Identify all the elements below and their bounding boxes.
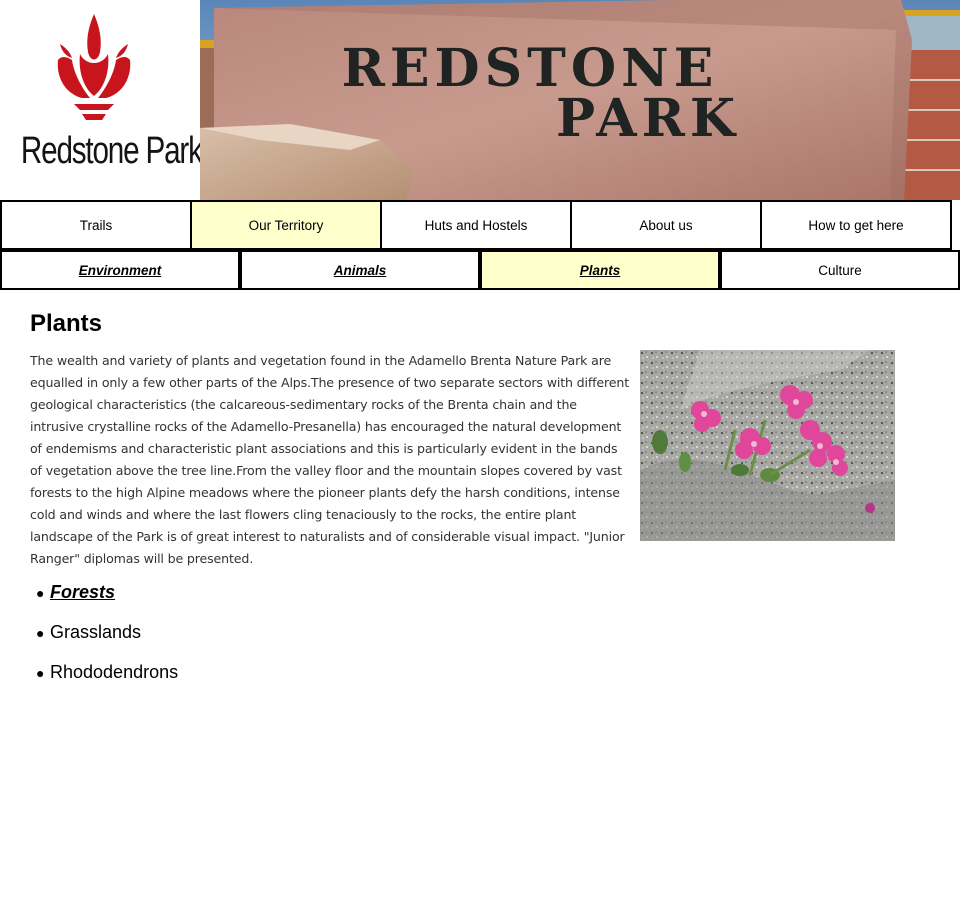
- nav-huts-and-hostels[interactable]: Huts and Hostels: [380, 200, 572, 250]
- logo-text: Redstone Park: [20, 130, 203, 172]
- header-banner-image: REDSTONE PARK: [200, 0, 960, 200]
- subnav-culture[interactable]: Culture: [720, 250, 960, 290]
- subnav-animals[interactable]: Animals: [240, 250, 480, 290]
- nav-trails[interactable]: Trails: [0, 200, 192, 250]
- bullet-icon: ●: [36, 625, 45, 641]
- alpine-flower-photo: [640, 350, 895, 541]
- nav-about-us[interactable]: About us: [570, 200, 762, 250]
- intro-paragraph: The wealth and variety of plants and veg…: [30, 353, 629, 566]
- subnav-plants[interactable]: Plants: [480, 250, 720, 290]
- primary-nav: Trails Our Territory Huts and Hostels Ab…: [0, 200, 960, 250]
- nav-how-to-get-here[interactable]: How to get here: [760, 200, 952, 250]
- site-logo[interactable]: Redstone Park: [0, 0, 203, 200]
- bullet-icon: ●: [36, 585, 45, 601]
- topic-grasslands: Grasslands: [50, 622, 142, 642]
- svg-text:PARK: PARK: [556, 88, 740, 149]
- list-item: ● Grasslands: [30, 615, 178, 655]
- subnav-environment[interactable]: Environment: [0, 250, 240, 290]
- site-header: Redstone Park REDSTONE PARK: [0, 0, 960, 200]
- tulip-logo-icon: [57, 14, 131, 120]
- page-title: Plants: [30, 310, 103, 337]
- bullet-icon: ●: [36, 665, 45, 681]
- topic-rhododendrons: Rhododendrons: [50, 662, 179, 682]
- list-item[interactable]: ● Forests: [30, 575, 178, 615]
- topic-link-forests[interactable]: Forests: [50, 582, 115, 602]
- nav-our-territory[interactable]: Our Territory: [190, 200, 382, 250]
- list-item: ● Rhododendrons: [30, 655, 178, 695]
- secondary-nav: Environment Animals Plants Culture: [0, 250, 960, 290]
- plant-topics-list: ● Forests ● Grasslands ● Rhododendrons: [30, 575, 178, 695]
